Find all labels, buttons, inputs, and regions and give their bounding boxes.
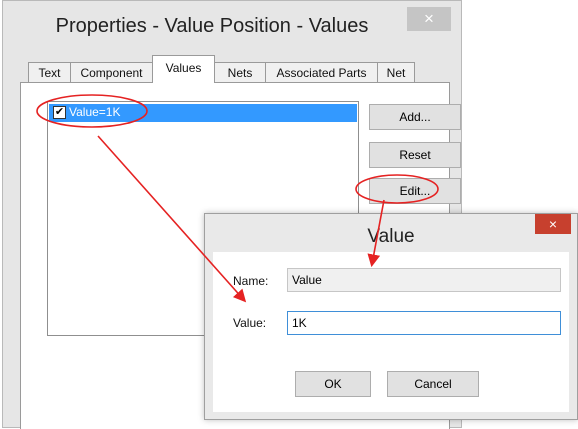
close-icon[interactable]: ×	[535, 214, 571, 234]
reset-button[interactable]: Reset	[369, 142, 461, 168]
name-label: Name:	[233, 274, 269, 288]
name-field: Value	[287, 268, 561, 292]
tab-net[interactable]: Net	[377, 62, 415, 82]
value-label: Value:	[233, 316, 267, 330]
edit-button[interactable]: Edit...	[369, 178, 461, 204]
cancel-button[interactable]: Cancel	[387, 371, 479, 397]
properties-title-bar[interactable]: Properties - Value Position - Values ×	[3, 1, 461, 51]
list-item-label: Value=1K	[69, 105, 121, 119]
tab-component[interactable]: Component	[70, 62, 153, 82]
tab-associated-parts[interactable]: Associated Parts	[265, 62, 378, 82]
tab-nets[interactable]: Nets	[214, 62, 266, 82]
add-button[interactable]: Add...	[369, 104, 461, 130]
value-dialog: Value × Name: Value Value: 1K OK Cancel	[204, 213, 578, 420]
ok-button[interactable]: OK	[295, 371, 371, 397]
list-item[interactable]: ✔ Value=1K	[49, 104, 357, 122]
properties-title: Properties - Value Position - Values	[55, 15, 369, 37]
value-input[interactable]: 1K	[287, 311, 561, 335]
tab-text[interactable]: Text	[28, 62, 71, 82]
value-dialog-body: Name: Value Value: 1K OK Cancel	[213, 252, 569, 412]
close-icon[interactable]: ×	[407, 7, 451, 31]
tab-values[interactable]: Values	[152, 55, 215, 83]
value-dialog-title: Value	[367, 226, 415, 247]
check-icon[interactable]: ✔	[53, 106, 66, 119]
